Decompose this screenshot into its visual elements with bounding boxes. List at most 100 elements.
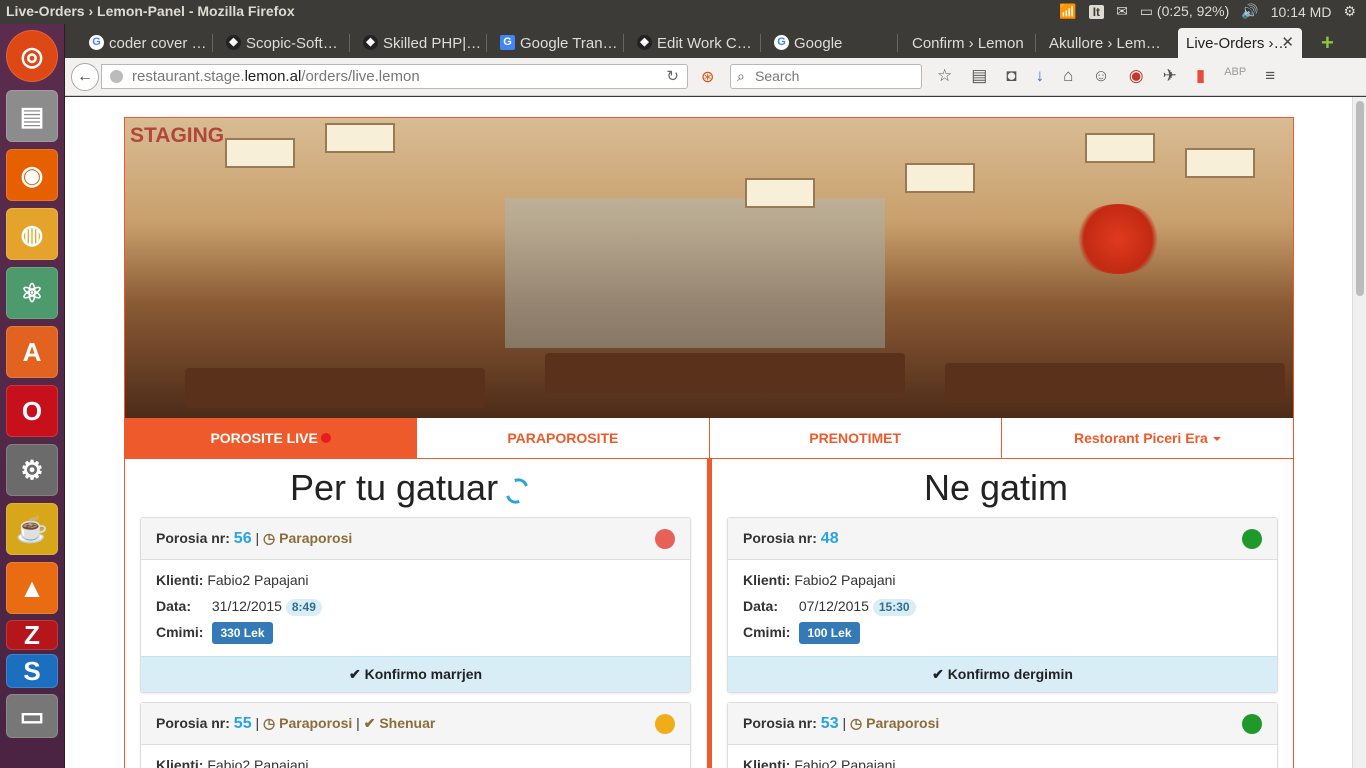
order-number[interactable]: 55 <box>234 715 252 732</box>
order-label: Porosia nr: <box>743 715 817 731</box>
date-label: Data: <box>156 598 192 614</box>
mail-icon[interactable]: ✉ <box>1116 3 1128 20</box>
client-label: Klienti: <box>156 757 204 768</box>
price-badge: 100 Lek <box>799 622 860 644</box>
order-label: Porosia nr: <box>156 715 230 731</box>
order-number[interactable]: 56 <box>234 530 252 547</box>
translate-icon: G <box>500 35 515 50</box>
toolbar-icons: ☆ ▤ ◘ ↓ ⌂ ☺ ◉ ✈ ▮ ABP ≡ <box>937 66 1275 86</box>
time-badge: 8:49 <box>285 599 322 616</box>
battery-indicator[interactable]: ▭ (0:25, 92%) <box>1140 3 1230 20</box>
teapot-icon[interactable]: ☕ <box>6 503 58 555</box>
tab-prenotimet[interactable]: PRENOTIMET <box>710 418 1002 458</box>
site-identity-icon[interactable] <box>110 70 123 83</box>
keyboard-layout-indicator[interactable]: It <box>1088 4 1105 19</box>
order-body: Klienti: Fabio2 Papajani Data: 31/12/201… <box>141 560 690 650</box>
confirm-delivery-button[interactable]: ✔ Konfirmo dergimin <box>728 656 1277 692</box>
tab-confirm-lemon[interactable]: Confirm › Lemon <box>908 28 1036 58</box>
upwork-icon: ◆ <box>226 35 241 50</box>
order-header: Porosia nr: 56 | ◷ Paraporosi <box>141 518 690 560</box>
clock[interactable]: 10:14 MD <box>1271 4 1332 20</box>
column-heading: Ne gatim <box>712 467 1280 513</box>
order-date: 31/12/2015 <box>211 598 282 614</box>
menu-icon[interactable]: ≡ <box>1265 66 1275 86</box>
price-badge: 330 Lek <box>212 622 273 644</box>
order-number[interactable]: 48 <box>821 530 839 547</box>
settings-icon[interactable]: ⚙ <box>6 444 58 496</box>
volume-icon[interactable]: 🔊 <box>1241 3 1258 20</box>
atom-icon[interactable]: ⚛ <box>6 267 58 319</box>
wifi-icon[interactable]: 📶 <box>1059 3 1076 20</box>
scanner-icon[interactable]: ▭ <box>6 694 58 738</box>
basketball-icon[interactable]: ⊛ <box>701 67 714 87</box>
google-icon: G <box>774 35 789 50</box>
tab-akullore-lemon[interactable]: Akullore › Lem… <box>1045 28 1173 58</box>
download-icon[interactable]: ↓ <box>1036 66 1045 86</box>
panel-nav-tabs: POROSITE LIVE PARAPOROSITE PRENOTIMET Re… <box>125 418 1293 459</box>
extension-icon[interactable]: ✈ <box>1163 66 1177 86</box>
tab-scopic[interactable]: ◆ Scopic-Soft… <box>222 28 350 58</box>
caret-down-icon <box>1212 437 1221 442</box>
firefox-icon[interactable]: ◉ <box>6 149 58 201</box>
page-viewport: STAGING POROSITE LIVE PARAPOROSITE PRENO… <box>65 97 1352 768</box>
vlc-icon[interactable]: ▲ <box>6 562 58 614</box>
opera-icon[interactable]: O <box>6 385 58 437</box>
chat-icon[interactable]: ☺ <box>1092 66 1109 86</box>
client-name: Fabio2 Papajani <box>794 757 896 768</box>
reload-icon[interactable]: ↻ <box>666 65 679 88</box>
tab-edit-work[interactable]: ◆ Edit Work C… <box>633 28 761 58</box>
bookmark-star-icon[interactable]: ☆ <box>937 66 952 86</box>
chrome-icon[interactable]: ◍ <box>6 208 58 260</box>
skype-icon[interactable]: S <box>6 654 58 688</box>
power-gear-icon[interactable]: ⚙ <box>1343 3 1356 20</box>
page-scrollbar[interactable] <box>1352 97 1366 768</box>
client-name: Fabio2 Papajani <box>207 757 309 768</box>
order-card: Porosia nr: 53 | ◷ Paraporosi Klienti: F… <box>727 702 1278 768</box>
colorpicker-icon[interactable]: ◉ <box>1129 66 1144 86</box>
tab-paraporosite[interactable]: PARAPOROSITE <box>417 418 710 458</box>
client-label: Klienti: <box>743 757 791 768</box>
google-icon: G <box>89 35 104 50</box>
order-header: Porosia nr: 55 | ◷ Paraporosi | ✔ Shenua… <box>141 703 690 745</box>
url-bar[interactable]: restaurant.stage.lemon.al/orders/live.le… <box>101 64 688 89</box>
tab-porosite-live[interactable]: POROSITE LIVE <box>125 418 418 458</box>
client-name: Fabio2 Papajani <box>207 572 309 588</box>
tab-label: coder cover … <box>109 34 207 52</box>
tab-label: Restorant Piceri Era <box>1073 430 1208 446</box>
search-input[interactable]: ⌕ Search <box>730 64 922 89</box>
unity-launcher: ◎ ▤ ◉ ◍ ⚛ A O ⚙ ☕ ▲ Z S ▭ <box>0 24 65 768</box>
scroll-thumb[interactable] <box>1356 101 1364 296</box>
order-label: Porosia nr: <box>156 530 230 546</box>
url-host: lemon.al <box>244 68 302 85</box>
order-header: Porosia nr: 48 <box>728 518 1277 560</box>
back-icon[interactable]: ← <box>71 63 99 91</box>
order-card: Porosia nr: 48 Klienti: Fabio2 Papajani … <box>727 517 1278 693</box>
confirm-pickup-button[interactable]: ✔ Konfirmo marrjen <box>141 656 690 692</box>
filezilla-icon[interactable]: Z <box>6 620 58 650</box>
extension-red-icon[interactable]: ▮ <box>1196 66 1205 86</box>
tab-label: POROSITE LIVE <box>210 430 318 446</box>
adblock-icon[interactable]: ABP <box>1224 66 1246 86</box>
tab-coder-cover[interactable]: Gcoder cover … <box>85 28 213 58</box>
tab-skilled-php[interactable]: ◆ Skilled PHP|… <box>359 28 487 58</box>
tab-live-orders[interactable]: Live-Orders ›… ✕ <box>1178 28 1302 58</box>
home-icon[interactable]: ⌂ <box>1063 66 1073 86</box>
column-ready: Ne gatim Porosia nr: 48 Klienti: Fabio2 … <box>712 459 1280 768</box>
close-tab-icon[interactable]: ✕ <box>1281 33 1294 51</box>
new-tab-icon[interactable]: + <box>1315 28 1345 58</box>
software-center-icon[interactable]: A <box>6 326 58 378</box>
reading-list-icon[interactable]: ▤ <box>971 66 987 86</box>
order-number[interactable]: 53 <box>821 715 839 732</box>
tab-google[interactable]: G Google <box>770 28 898 58</box>
tab-label: Akullore › Lem… <box>1049 34 1161 52</box>
url-path: /orders/live.lemon <box>301 68 420 85</box>
files-icon[interactable]: ▤ <box>6 90 58 142</box>
system-tray: 📶 It ✉ ▭ (0:25, 92%) 🔊 10:14 MD ⚙ <box>1059 3 1356 20</box>
restaurant-dropdown[interactable]: Restorant Piceri Era <box>1002 418 1293 458</box>
tab-google-translate[interactable]: G Google Tran… <box>496 28 624 58</box>
pocket-icon[interactable]: ◘ <box>1006 66 1016 86</box>
upwork-icon: ◆ <box>637 35 652 50</box>
restaurant-banner-image: STAGING <box>125 118 1293 418</box>
ubuntu-icon[interactable]: ◎ <box>6 30 58 82</box>
tab-label: Google Tran… <box>520 34 618 52</box>
